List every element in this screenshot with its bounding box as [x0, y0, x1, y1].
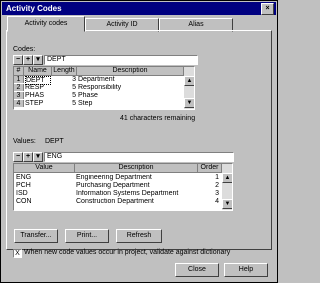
codes-table: # Name Length Description 1 DEPT 3 Depar…: [13, 66, 195, 110]
codes-edit-field[interactable]: DEPT: [44, 55, 198, 65]
refresh-button[interactable]: Refresh: [116, 229, 162, 243]
values-dropdown-button[interactable]: ▾: [33, 152, 43, 162]
scroll-down-icon[interactable]: ▼: [184, 98, 194, 108]
codes-label: Codes:: [13, 46, 36, 53]
values-table: Value Description Order ENG Engineering …: [13, 163, 233, 211]
values-scrollbar[interactable]: ▲ ▼: [222, 164, 232, 210]
values-edit-field[interactable]: ENG: [44, 152, 234, 162]
values-add-button[interactable]: +: [23, 152, 33, 162]
value-description-cell[interactable]: Construction Department: [76, 198, 196, 205]
row-number: 2: [14, 84, 24, 91]
activity-codes-dialog: Activity Codes × Activity codes Activity…: [0, 0, 278, 283]
print-button[interactable]: Print...: [65, 229, 109, 243]
transfer-button[interactable]: Transfer...: [14, 229, 58, 243]
close-window-button[interactable]: ×: [261, 3, 274, 15]
codes-add-button[interactable]: +: [23, 55, 33, 65]
values-code-name: DEPT: [45, 138, 64, 145]
value-cell[interactable]: ENG: [16, 174, 72, 181]
row-number: 3: [14, 92, 24, 99]
codes-col-num: #: [14, 67, 24, 76]
code-length-cell[interactable]: 5: [52, 92, 76, 99]
characters-remaining: 41 characters remaining: [120, 115, 196, 122]
value-description-cell[interactable]: Purchasing Department: [76, 182, 196, 189]
validate-checkbox[interactable]: X: [13, 249, 22, 258]
code-length-cell[interactable]: 5: [52, 100, 76, 107]
values-delete-button[interactable]: −: [13, 152, 23, 162]
codes-col-length: Length: [52, 67, 77, 76]
value-description-cell[interactable]: Engineering Department: [76, 174, 196, 181]
row-number: 1: [14, 76, 24, 83]
code-description-cell[interactable]: Phase: [78, 92, 182, 99]
row-number: 4: [14, 100, 24, 107]
scroll-up-icon[interactable]: ▲: [222, 173, 232, 183]
tab-activity-codes[interactable]: Activity codes: [7, 16, 85, 32]
value-order-cell[interactable]: 4: [199, 198, 219, 205]
code-name-cell[interactable]: RESP: [25, 84, 51, 91]
code-name-cell[interactable]: STEP: [25, 100, 51, 107]
codes-col-name: Name: [24, 67, 52, 76]
value-cell[interactable]: PCH: [16, 182, 72, 189]
value-description-cell[interactable]: Information Systems Department: [76, 190, 196, 197]
code-length-cell[interactable]: 5: [52, 84, 76, 91]
codes-delete-button[interactable]: −: [13, 55, 23, 65]
tab-panel-activity-codes: Codes: − + ▾ DEPT # Name Length Descript…: [6, 30, 272, 250]
codes-dropdown-button[interactable]: ▾: [33, 55, 43, 65]
close-button[interactable]: Close: [175, 263, 219, 277]
value-order-cell[interactable]: 1: [199, 174, 219, 181]
value-order-cell[interactable]: 3: [199, 190, 219, 197]
help-button[interactable]: Help: [224, 263, 268, 277]
validate-label: When new code values occur in project, v…: [24, 249, 231, 256]
code-name-cell[interactable]: PHAS: [25, 92, 51, 99]
values-col-description: Description: [75, 164, 198, 173]
code-description-cell[interactable]: Responsibility: [78, 84, 182, 91]
values-col-order: Order: [198, 164, 222, 173]
value-cell[interactable]: ISD: [16, 190, 72, 197]
code-description-cell[interactable]: Department: [78, 76, 182, 83]
code-length-cell[interactable]: 3: [52, 76, 76, 83]
window-title: Activity Codes: [6, 4, 62, 13]
title-bar: Activity Codes ×: [2, 2, 276, 15]
scroll-down-icon[interactable]: ▼: [222, 199, 232, 209]
values-col-value: Value: [14, 164, 75, 173]
scroll-up-icon[interactable]: ▲: [184, 76, 194, 86]
value-cell[interactable]: CON: [16, 198, 72, 205]
codes-col-description: Description: [77, 67, 184, 76]
codes-scrollbar[interactable]: ▲ ▼: [184, 67, 194, 109]
values-label: Values:: [13, 138, 36, 145]
value-order-cell[interactable]: 2: [199, 182, 219, 189]
code-description-cell[interactable]: Step: [78, 100, 182, 107]
